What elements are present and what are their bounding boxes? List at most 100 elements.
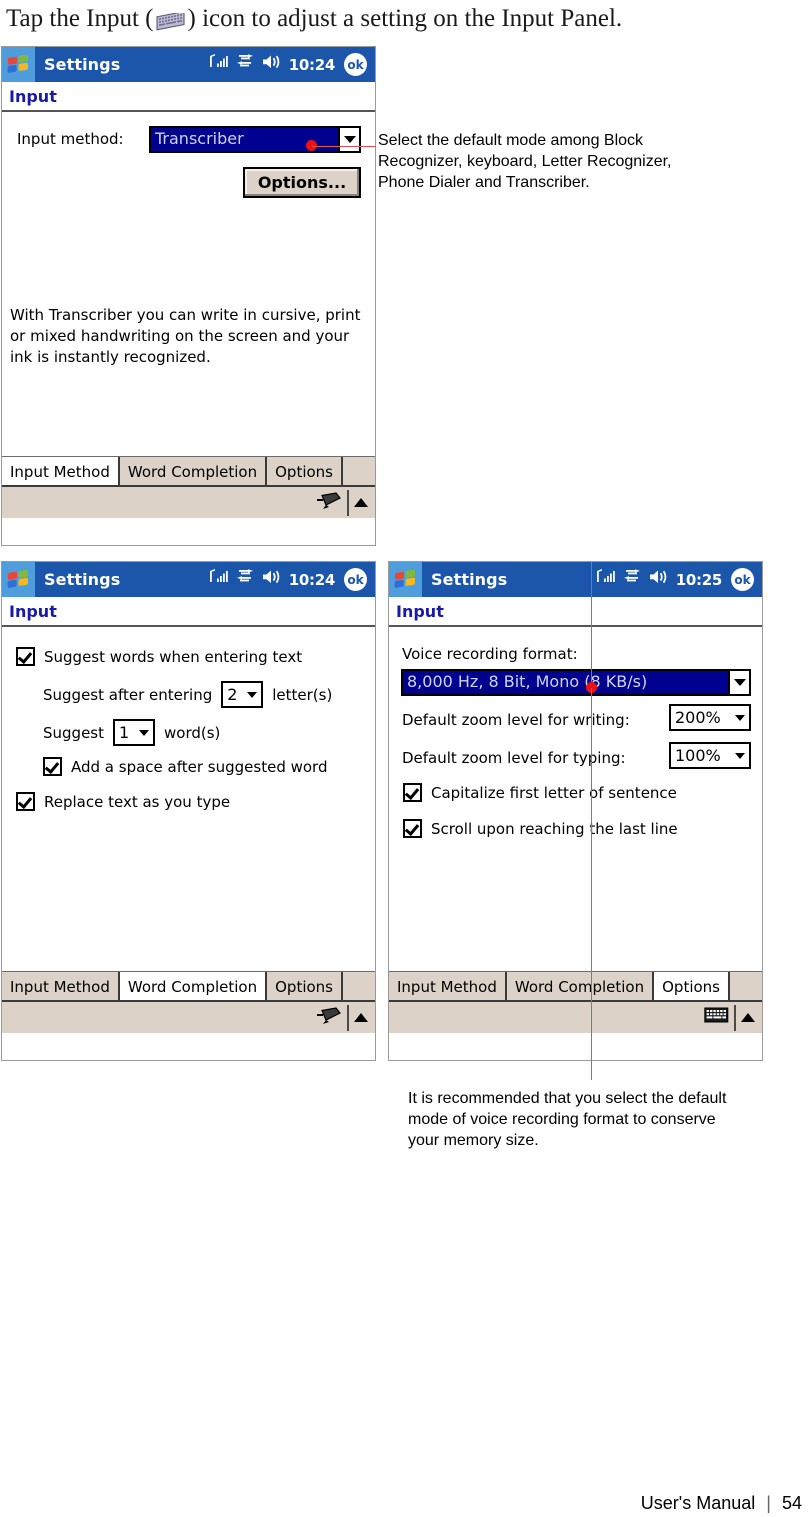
tab-input-method[interactable]: Input Method xyxy=(389,972,507,1001)
voice-format-label: Voice recording format: xyxy=(402,645,578,663)
suggest-after-entering-row: Suggest after entering 2 letter(s) xyxy=(43,681,332,708)
connectivity-icon[interactable] xyxy=(623,569,642,590)
pen-input-icon[interactable] xyxy=(315,1006,342,1030)
chevron-down-icon[interactable] xyxy=(735,752,745,759)
checkbox-icon[interactable] xyxy=(16,647,35,666)
checkbox-icon[interactable] xyxy=(403,783,422,802)
checkbox-add-space[interactable]: Add a space after suggested word xyxy=(43,757,327,776)
pen-input-icon[interactable] xyxy=(315,491,342,515)
panel-body: Input method: Transcriber Options... Wit… xyxy=(2,112,375,491)
tab-filler xyxy=(343,972,375,1001)
windows-logo-icon[interactable] xyxy=(2,47,35,82)
tab-filler xyxy=(343,457,375,486)
checkbox-label: Suggest words when entering text xyxy=(44,647,303,666)
checkbox-replace-text[interactable]: Replace text as you type xyxy=(16,792,230,811)
tab-label: Options xyxy=(662,977,721,996)
tab-strip: Input Method Word Completion Options xyxy=(2,456,375,486)
manual-title: User's Manual xyxy=(640,1493,756,1513)
checkbox-label: Add a space after suggested word xyxy=(71,757,328,776)
signal-strength-icon[interactable] xyxy=(209,54,229,75)
checkbox-suggest-words[interactable]: Suggest words when entering text xyxy=(16,647,302,666)
signal-strength-icon[interactable] xyxy=(596,569,616,590)
input-method-dropdown[interactable]: Transcriber xyxy=(149,126,361,153)
windows-logo-icon[interactable] xyxy=(2,562,35,597)
annotation-text: Select the default mode among Block Reco… xyxy=(378,132,672,191)
speaker-icon[interactable] xyxy=(649,569,669,590)
checkbox-icon[interactable] xyxy=(403,819,422,838)
checkbox-label: Scroll upon reaching the last line xyxy=(431,819,678,838)
windows-logo-icon[interactable] xyxy=(389,562,422,597)
tab-label: Word Completion xyxy=(127,462,258,481)
soft-input-bar xyxy=(389,1000,762,1033)
tab-label: Input Method xyxy=(397,977,497,996)
checkbox-icon[interactable] xyxy=(16,792,35,811)
tab-strip: Input Method Word Completion Options xyxy=(389,971,762,1001)
speaker-icon[interactable] xyxy=(262,569,282,590)
soft-input-bar xyxy=(2,1000,375,1033)
checkbox-label: Capitalize first letter of sentence xyxy=(431,783,677,802)
ok-button[interactable]: ok xyxy=(731,568,754,591)
tab-options[interactable]: Options xyxy=(267,972,344,1001)
chevron-down-icon[interactable] xyxy=(139,729,149,736)
keyboard-icon xyxy=(155,13,186,32)
tab-input-method[interactable]: Input Method xyxy=(2,457,120,486)
voice-format-dropdown[interactable]: 8,000 Hz, 8 Bit, Mono (8 KB/s) xyxy=(401,669,751,696)
chevron-down-icon[interactable] xyxy=(735,714,745,721)
tab-word-completion[interactable]: Word Completion xyxy=(119,972,268,1001)
pda-screenshot-options: Settings 10:25 ok Input Voice recording … xyxy=(388,561,763,1061)
checkbox-capitalize-first-letter[interactable]: Capitalize first letter of sentence xyxy=(403,783,677,802)
suggest-words-dropdown[interactable]: 1 xyxy=(113,719,155,746)
footer-separator: | xyxy=(766,1493,771,1513)
transcriber-description: With Transcriber you can write in cursiv… xyxy=(10,306,361,366)
intro-text-before: Tap the Input ( xyxy=(6,5,154,32)
intro-sentence: Tap the Input () icon to adjust a settin… xyxy=(6,2,802,36)
checkbox-scroll-last-line[interactable]: Scroll upon reaching the last line xyxy=(403,819,678,838)
signal-strength-icon[interactable] xyxy=(209,569,229,590)
tab-label: Word Completion xyxy=(514,977,645,996)
connectivity-icon[interactable] xyxy=(236,569,255,590)
tab-word-completion[interactable]: Word Completion xyxy=(119,457,268,486)
checkbox-label: Replace text as you type xyxy=(44,792,231,811)
panel-body: Suggest words when entering text Suggest… xyxy=(2,627,375,1006)
page-title: Input xyxy=(389,597,762,627)
page-title: Input xyxy=(2,597,375,627)
ok-button[interactable]: ok xyxy=(344,53,367,76)
softbar-divider xyxy=(347,1004,349,1031)
softbar-divider xyxy=(347,489,349,516)
chevron-down-icon[interactable] xyxy=(247,691,258,698)
chevron-up-icon[interactable] xyxy=(354,1013,368,1022)
chevron-up-icon[interactable] xyxy=(354,498,368,507)
checkbox-icon[interactable] xyxy=(43,757,62,776)
speaker-icon[interactable] xyxy=(262,54,282,75)
tab-input-method[interactable]: Input Method xyxy=(2,972,120,1001)
options-button-label: Options... xyxy=(257,173,347,192)
clock: 10:24 xyxy=(288,55,336,74)
panel-body: Voice recording format: 8,000 Hz, 8 Bit,… xyxy=(389,627,762,1006)
suggest-after-letters-dropdown[interactable]: 2 xyxy=(221,681,264,708)
input-method-row: Input method: xyxy=(17,130,124,148)
tab-options[interactable]: Options xyxy=(267,457,344,486)
tab-strip: Input Method Word Completion Options xyxy=(2,971,375,1001)
input-method-label: Input method: xyxy=(17,130,124,148)
annotation-voice-format: It is recommended that you select the de… xyxy=(408,1088,738,1151)
tab-options[interactable]: Options xyxy=(654,972,731,1001)
soft-input-bar xyxy=(2,485,375,518)
annotation-text: It is recommended that you select the de… xyxy=(408,1090,727,1149)
suggest-after-suffix-label: letter(s) xyxy=(272,685,333,704)
keyboard-input-icon[interactable] xyxy=(704,1006,729,1029)
ok-button[interactable]: ok xyxy=(344,568,367,591)
options-button[interactable]: Options... xyxy=(243,167,361,198)
connectivity-icon[interactable] xyxy=(236,54,255,75)
annotation-input-method: Select the default mode among Block Reco… xyxy=(378,130,703,193)
chevron-down-icon[interactable] xyxy=(728,671,749,694)
tab-label: Word Completion xyxy=(127,977,258,996)
chevron-up-icon[interactable] xyxy=(741,1013,755,1022)
tab-label: Options xyxy=(275,977,334,996)
chevron-down-icon[interactable] xyxy=(338,128,359,151)
zoom-typing-dropdown[interactable]: 100% xyxy=(669,742,751,769)
zoom-writing-dropdown[interactable]: 200% xyxy=(669,704,751,731)
page-number: 54 xyxy=(781,1493,802,1513)
status-tray: 10:25 ok xyxy=(596,562,754,597)
pda-screenshot-input-method: Settings 10:24 ok Input Input method: Tr… xyxy=(1,46,376,546)
tab-word-completion[interactable]: Word Completion xyxy=(506,972,655,1001)
